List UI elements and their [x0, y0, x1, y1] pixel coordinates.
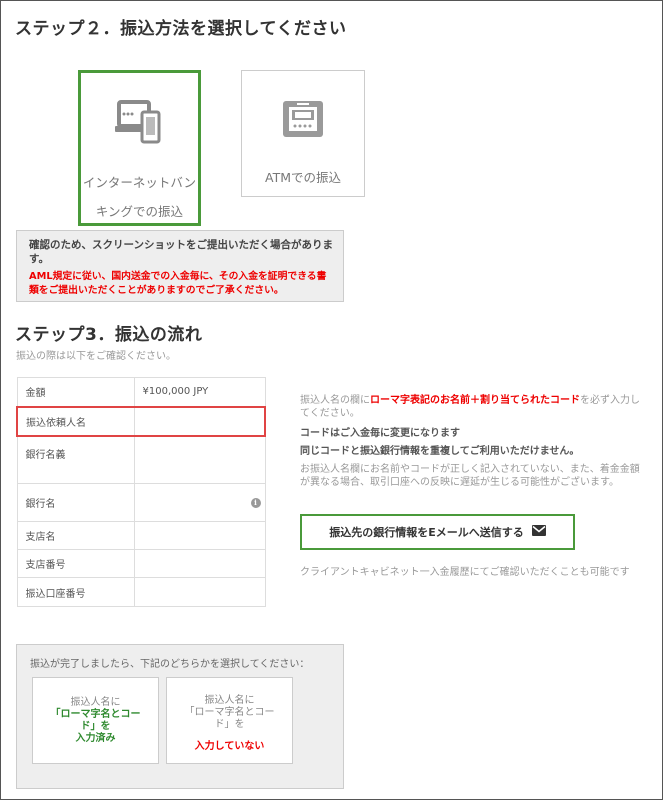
step3-subtitle: 振込の際は以下をご確認ください。: [16, 351, 176, 362]
instruction-code-changes: コードはご入金毎に変更になります: [300, 428, 460, 439]
instruction-name-code: 振込人名の欄にローマ字表記のお名前＋割り当てられたコードを必ず入力してください。: [300, 394, 645, 420]
table-row-bank-name: 銀行名 i: [16, 483, 266, 522]
instruction-no-reuse: 同じコードと振込銀行情報を重複してご利用いただけません。: [300, 446, 580, 457]
table-value[interactable]: i: [133, 483, 266, 522]
table-row-branch-name: 支店名: [16, 521, 266, 550]
info-icon[interactable]: i: [250, 497, 261, 508]
instruction-delay-warning: お振込人名欄にお名前やコードが正しく記入されていない、また、着金金額が異なる場合…: [300, 464, 640, 488]
notice-main-text: 確認のため、スクリーンショットをご提出いただく場合があります。: [29, 239, 333, 265]
table-value: ¥100,000 JPY: [133, 377, 266, 407]
bank-info-table: 金額 ¥100,000 JPY 振込依頼人名 銀行名義 銀行名 i 支店名 支店…: [16, 377, 266, 607]
envelope-icon: [531, 525, 546, 539]
choice-line: 「ローマ字名とコー: [184, 707, 275, 718]
table-value[interactable]: [133, 521, 266, 550]
choice-entered-button[interactable]: 振込人名に 「ローマ字名とコー ド」を 入力済み: [32, 677, 159, 764]
table-row-remitter-name: 振込依頼人名: [16, 405, 266, 437]
table-row-amount: 金額 ¥100,000 JPY: [16, 377, 266, 407]
choice-line: ド」を: [80, 721, 111, 732]
table-value[interactable]: [133, 435, 266, 484]
table-label: 支店名: [16, 521, 135, 550]
table-row-account-number: 振込口座番号: [16, 577, 266, 607]
method-label-atm: ATMでの振込: [264, 170, 341, 185]
method-card-atm[interactable]: ATMでの振込: [241, 70, 365, 197]
choice-line: 「ローマ字名とコー: [50, 709, 141, 720]
table-value[interactable]: [133, 405, 266, 437]
table-value[interactable]: [133, 549, 266, 578]
completion-box: 振込が完了しましたら、下記のどちらかを選択してください： 振込人名に 「ローマ字…: [16, 644, 344, 789]
step3-title: ステップ3．振込の流れ: [15, 325, 203, 345]
instruction-highlight: ローマ字表記のお名前＋割り当てられたコード: [370, 395, 580, 406]
screenshot-notice: 確認のため、スクリーンショットをご提出いただく場合があります。 AML規定に従い…: [16, 230, 344, 302]
table-label: 振込口座番号: [16, 577, 135, 607]
choice-line: 入力していない: [194, 741, 265, 752]
devices-icon: [114, 100, 166, 148]
atm-icon: [281, 99, 325, 143]
choice-line: ド」を: [214, 719, 245, 730]
choice-line: 振込人名に: [70, 697, 121, 708]
notice-aml-text: AML規定に従い、国内送金での入金毎に、その入金を証明できる書類をご提出いただく…: [29, 271, 327, 296]
method-label-internet-banking: インターネットバンキングでの振込: [82, 175, 197, 219]
table-row-account-holder: 銀行名義: [16, 435, 266, 484]
completion-prompt: 振込が完了しましたら、下記のどちらかを選択してください：: [30, 659, 310, 670]
table-row-branch-number: 支店番号: [16, 549, 266, 578]
instruction-text: 振込人名の欄に: [300, 395, 370, 406]
cabinet-note: クライアントキャビネット一入金履歴にてご確認いただくことも可能です: [300, 567, 630, 578]
table-label: 支店番号: [16, 549, 135, 578]
table-label: 振込依頼人名: [16, 405, 135, 437]
step2-title: ステップ２．振込方法を選択してください: [15, 19, 347, 39]
table-label: 銀行名: [16, 483, 135, 522]
choice-line: 入力済み: [75, 733, 116, 744]
table-label: 金額: [16, 377, 135, 407]
table-label: 銀行名義: [16, 435, 135, 484]
table-value[interactable]: [133, 577, 266, 607]
choice-not-entered-button[interactable]: 振込人名に 「ローマ字名とコー ド」を 入力していない: [166, 677, 293, 764]
method-card-internet-banking[interactable]: インターネットバンキングでの振込: [78, 70, 201, 226]
choice-line: 振込人名に: [204, 695, 255, 706]
send-bank-info-email-button[interactable]: 振込先の銀行情報をEメールへ送信する: [300, 514, 575, 550]
email-button-label: 振込先の銀行情報をEメールへ送信する: [329, 526, 524, 539]
